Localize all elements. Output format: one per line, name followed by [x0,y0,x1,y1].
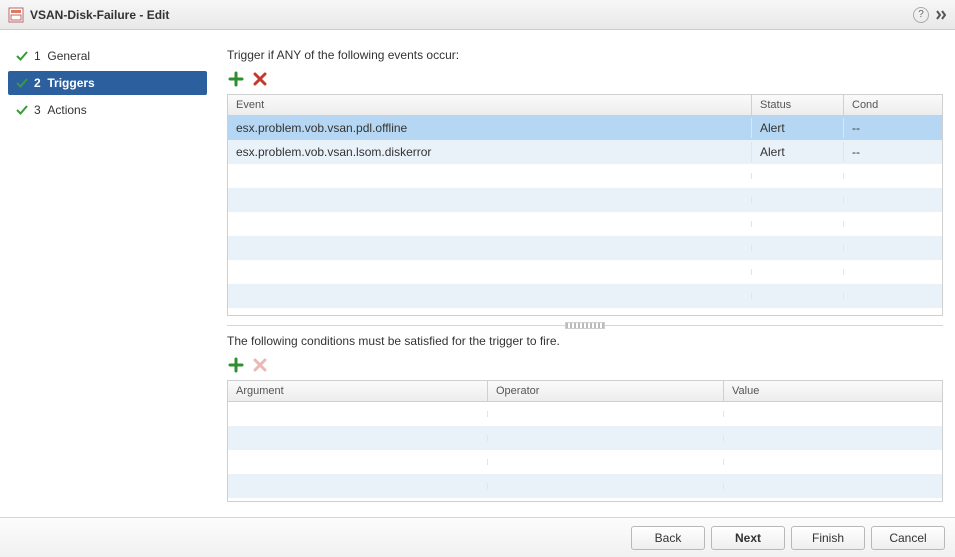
table-row[interactable] [228,236,942,260]
table-row[interactable] [228,164,942,188]
help-icon[interactable]: ? [913,7,929,23]
table-row[interactable] [228,450,942,474]
events-grid: Event Status Cond esx.problem.vob.vsan.p… [227,94,943,316]
col-value[interactable]: Value [724,381,942,401]
check-icon [14,102,30,118]
conditions-grid-header: Argument Operator Value [228,381,942,402]
conditions-toolbar [227,356,943,374]
col-operator[interactable]: Operator [488,381,724,401]
table-row[interactable] [228,188,942,212]
window-title: VSAN-Disk-Failure - Edit [30,8,913,22]
table-row[interactable] [228,426,942,450]
window-app-icon [8,7,24,23]
splitter-handle[interactable] [227,318,943,332]
cancel-button[interactable]: Cancel [871,526,945,550]
check-icon [14,48,30,64]
next-button[interactable]: Next [711,526,785,550]
table-row[interactable] [228,474,942,498]
events-toolbar [227,70,943,88]
wizard-step-general[interactable]: 1 General [8,44,207,68]
conditions-section-label: The following conditions must be satisfi… [227,334,943,348]
wizard-step-actions[interactable]: 3 Actions [8,98,207,122]
add-event-button[interactable] [227,70,245,88]
col-event[interactable]: Event [228,95,752,115]
wizard-footer: Back Next Finish Cancel [0,517,955,557]
events-grid-body: esx.problem.vob.vsan.pdl.offline Alert -… [228,116,942,315]
events-section-label: Trigger if ANY of the following events o… [227,48,943,62]
add-condition-button[interactable] [227,356,245,374]
table-row[interactable] [228,402,942,426]
remove-condition-button [251,356,269,374]
titlebar: VSAN-Disk-Failure - Edit ? [0,0,955,30]
finish-button[interactable]: Finish [791,526,865,550]
main-panel: Trigger if ANY of the following events o… [215,30,955,517]
table-row[interactable] [228,284,942,308]
table-row[interactable]: esx.problem.vob.vsan.lsom.diskerror Aler… [228,140,942,164]
collapse-icon[interactable] [935,9,947,21]
wizard-sidebar: 1 General 2 Triggers 3 Actions [0,30,215,517]
table-row[interactable] [228,212,942,236]
events-grid-header: Event Status Cond [228,95,942,116]
check-icon [14,75,30,91]
col-cond[interactable]: Cond [844,95,942,115]
remove-event-button[interactable] [251,70,269,88]
table-row[interactable] [228,260,942,284]
wizard-step-triggers[interactable]: 2 Triggers [8,71,207,95]
table-row[interactable]: esx.problem.vob.vsan.pdl.offline Alert -… [228,116,942,140]
col-argument[interactable]: Argument [228,381,488,401]
back-button[interactable]: Back [631,526,705,550]
conditions-grid: Argument Operator Value [227,380,943,502]
conditions-grid-body [228,402,942,501]
col-status[interactable]: Status [752,95,844,115]
